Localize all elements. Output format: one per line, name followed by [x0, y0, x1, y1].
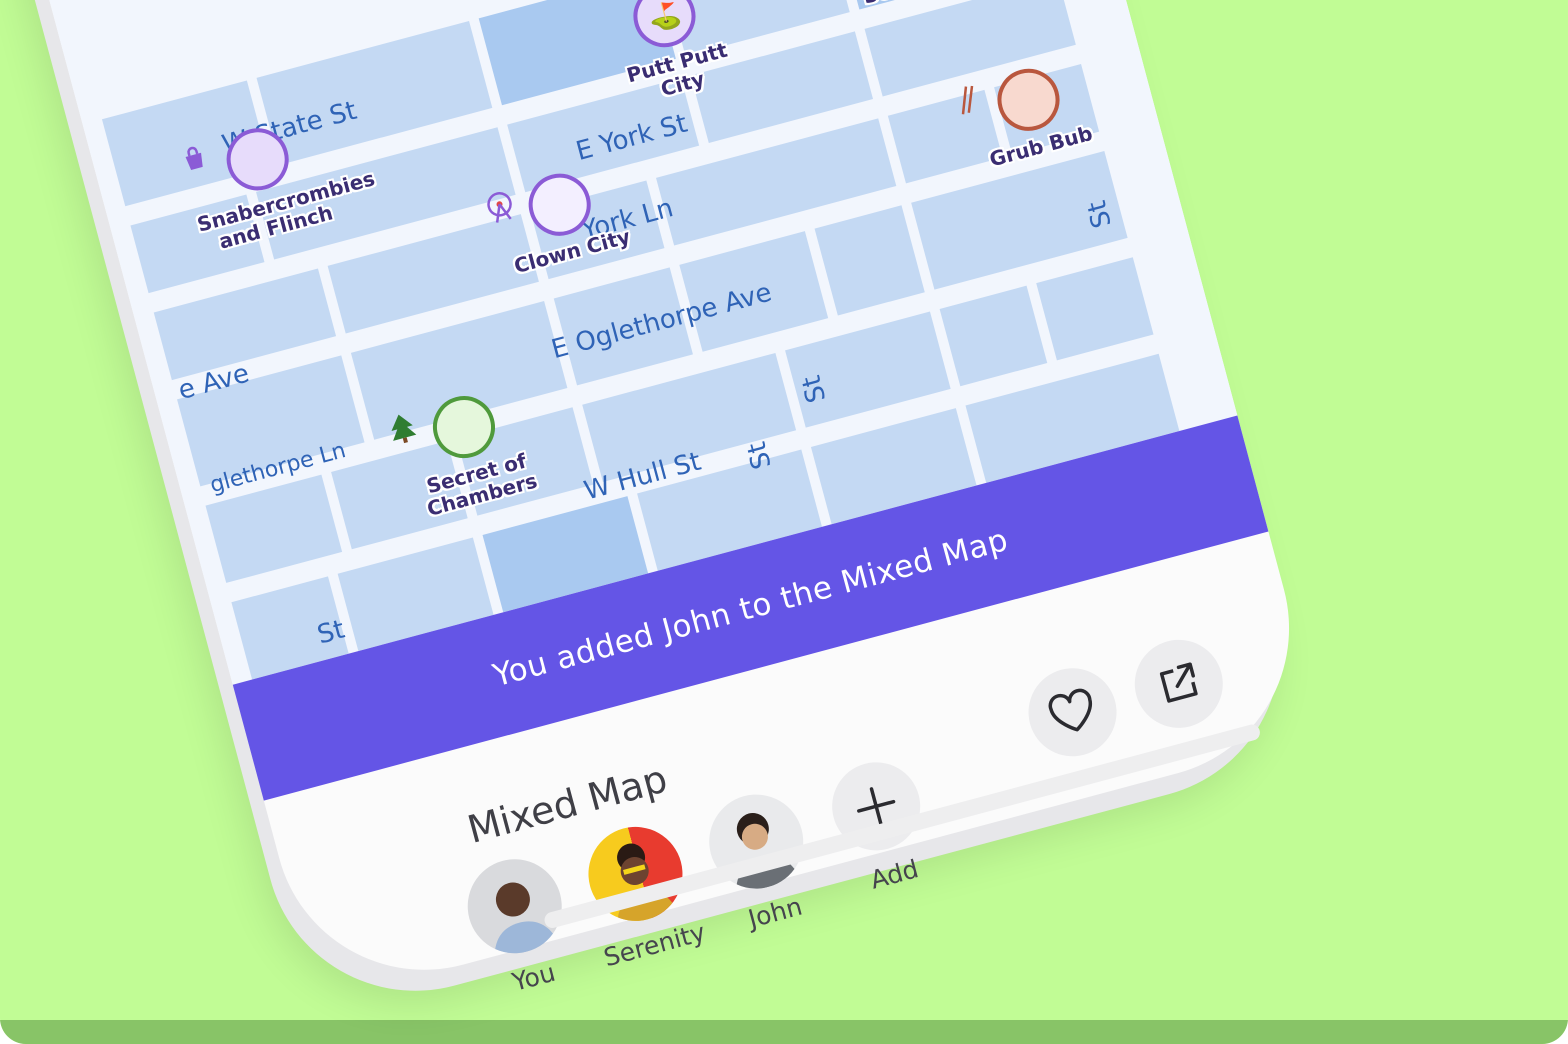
- member-name: Serenity: [600, 917, 709, 973]
- share-button[interactable]: [1124, 629, 1233, 738]
- phone-screen: W State St E York St York Ln e Ave E Ogl…: [0, 0, 1323, 1004]
- member-name: You: [509, 957, 559, 997]
- ground-strip: [0, 1020, 1568, 1044]
- heart-icon: [1048, 688, 1093, 732]
- add-label: Add: [867, 854, 922, 895]
- member-name: John: [745, 891, 806, 934]
- avatar-you: [457, 848, 573, 964]
- share-icon: [1159, 662, 1198, 703]
- page-background: W State St E York St York Ln e Ave E Ogl…: [0, 0, 1568, 1044]
- favorite-button[interactable]: [1018, 658, 1127, 767]
